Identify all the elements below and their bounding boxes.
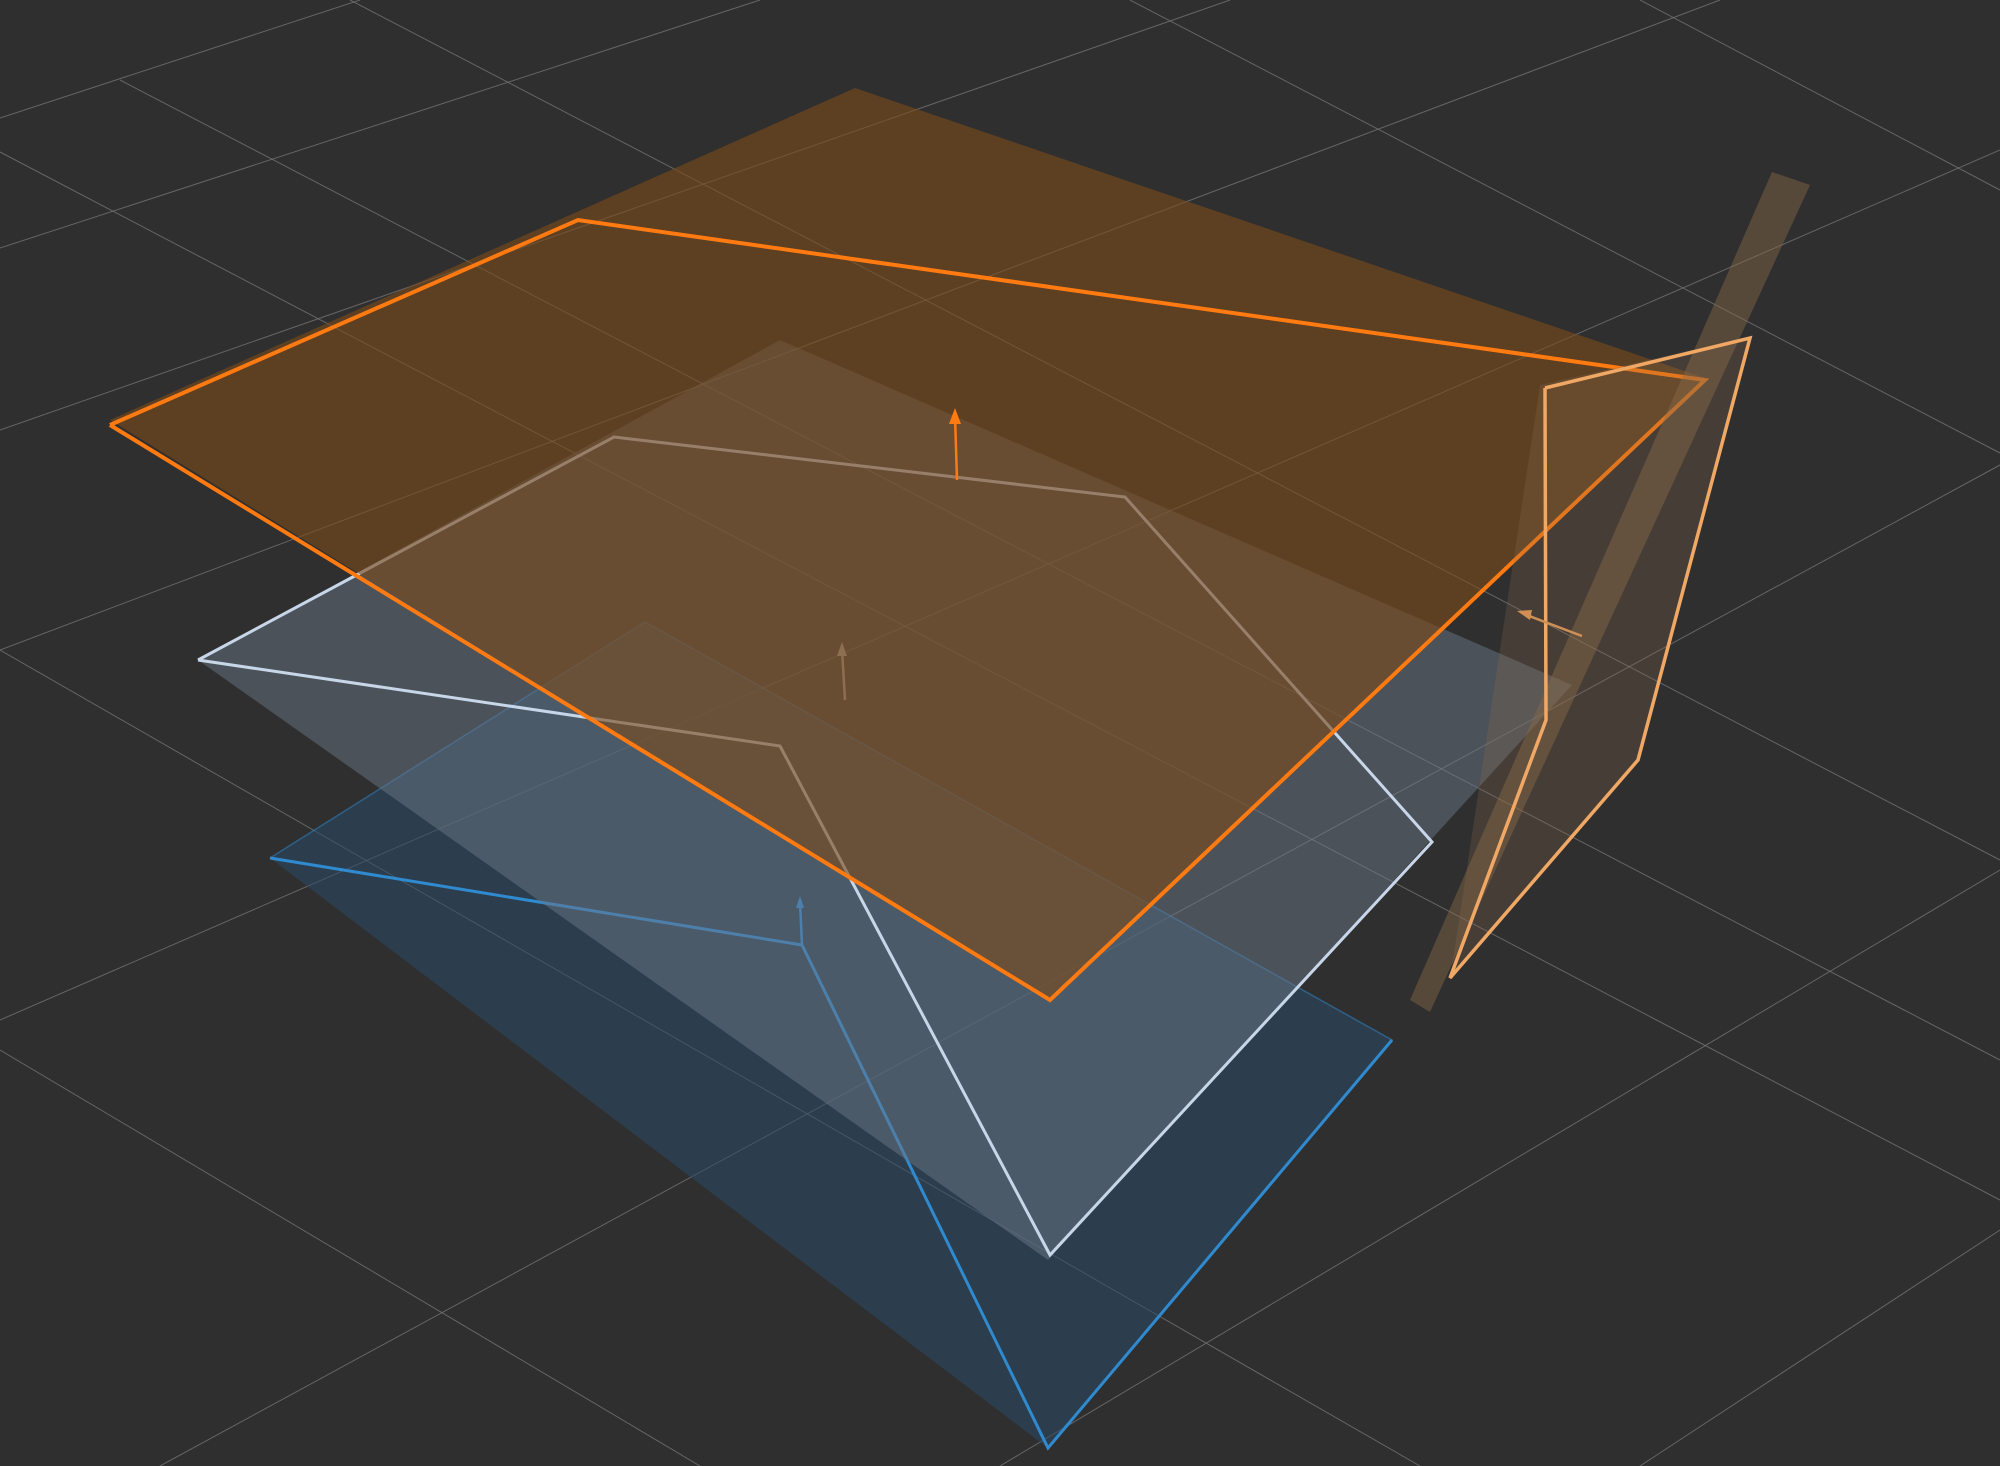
viewport-canvas[interactable]: #2f2f2f #777777 normal-arrow-icon <box>0 0 2000 1466</box>
grid-line <box>1639 0 2000 191</box>
grid-line <box>0 0 361 119</box>
grid-line <box>1639 1229 2000 1466</box>
grid-line <box>0 1049 701 1466</box>
3d-viewport[interactable]: #2f2f2f #777777 normal-arrow-icon <box>0 0 2000 1466</box>
